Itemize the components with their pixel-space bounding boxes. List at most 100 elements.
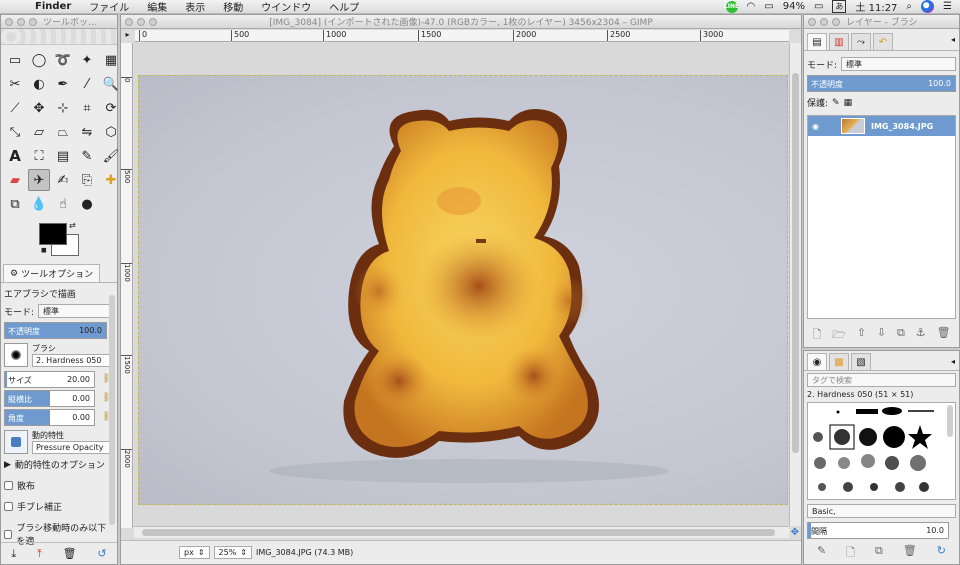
minimize-dot[interactable] bbox=[137, 17, 145, 26]
scatter-checkbox[interactable] bbox=[4, 481, 13, 490]
save-options-icon[interactable]: ⤓ bbox=[11, 547, 16, 561]
vertical-ruler[interactable]: 0 500 1000 1500 2000 bbox=[121, 43, 133, 528]
perspective-clone-tool-icon[interactable]: ⧉ bbox=[4, 193, 26, 215]
zoom-dot[interactable] bbox=[149, 17, 157, 26]
minimize-dot[interactable] bbox=[820, 17, 828, 26]
tab-undo[interactable]: ↶ bbox=[873, 33, 893, 50]
brush-name-field[interactable]: 2. Hardness 050 bbox=[32, 354, 114, 367]
visibility-eye-icon[interactable]: ◉ bbox=[812, 122, 819, 131]
tool-options-scrollbar[interactable] bbox=[109, 295, 115, 525]
delete-layer-icon[interactable]: 🗑 bbox=[937, 326, 951, 345]
zoom-dot[interactable] bbox=[832, 17, 840, 26]
horizontal-ruler[interactable]: 0 500 1000 1500 2000 2500 3000 bbox=[135, 30, 789, 42]
brush-preview-button[interactable] bbox=[4, 343, 28, 367]
free-select-tool-icon[interactable]: ➰ bbox=[52, 49, 74, 71]
scissors-tool-icon[interactable]: ✂ bbox=[4, 73, 26, 95]
new-layer-group-icon[interactable]: 🗁 bbox=[832, 326, 846, 345]
navigate-icon[interactable]: ✥ bbox=[791, 527, 799, 538]
close-dot[interactable] bbox=[5, 17, 13, 26]
battery-percent[interactable]: 94% bbox=[783, 1, 805, 12]
smudge-tool-icon[interactable]: ☝ bbox=[52, 193, 74, 215]
bucket-fill-tool-icon[interactable]: ⛶ bbox=[28, 145, 50, 167]
blur-tool-icon[interactable]: 💧 bbox=[28, 193, 50, 215]
brush-preset-select[interactable]: Basic, bbox=[807, 504, 956, 518]
input-method-icon[interactable]: あ bbox=[832, 0, 847, 13]
tab-patterns[interactable]: ▩ bbox=[829, 353, 849, 370]
menu-edit[interactable]: 編集 bbox=[138, 0, 176, 14]
ellipse-select-tool-icon[interactable]: ◯ bbox=[28, 49, 50, 71]
heal-tool-icon[interactable]: ✚ bbox=[100, 169, 122, 191]
menu-go[interactable]: 移動 bbox=[214, 0, 252, 14]
smooth-checkbox[interactable] bbox=[4, 502, 13, 511]
layer-opacity-slider[interactable]: 不透明度 100.0 bbox=[807, 75, 956, 92]
lower-layer-icon[interactable]: ⇩ bbox=[877, 326, 886, 345]
minimize-dot[interactable] bbox=[17, 17, 25, 26]
menu-view[interactable]: 表示 bbox=[176, 0, 214, 14]
unit-select[interactable]: px ⇕ bbox=[179, 546, 210, 559]
tab-layers[interactable]: ▤ bbox=[807, 33, 827, 50]
aspect-slider[interactable]: 縦横比 0.00 ⛓ bbox=[4, 390, 114, 407]
cage-tool-icon[interactable]: ⬡ bbox=[100, 121, 122, 143]
zoom-dot[interactable] bbox=[29, 17, 37, 26]
tab-gradients[interactable]: ▧ bbox=[851, 353, 871, 370]
foreground-color-swatch[interactable] bbox=[39, 223, 67, 245]
blend-tool-icon[interactable]: ▤ bbox=[52, 145, 74, 167]
spotlight-icon[interactable]: ⌕ bbox=[906, 1, 912, 12]
text-tool-icon[interactable]: A bbox=[4, 145, 26, 167]
menu-help[interactable]: ヘルプ bbox=[320, 0, 368, 14]
crop-tool-icon[interactable]: ⌗ bbox=[76, 97, 98, 119]
new-brush-icon[interactable]: 🗋 bbox=[846, 544, 855, 563]
default-colors-icon[interactable]: ◼ bbox=[41, 246, 47, 254]
paths-tool-icon[interactable]: ✒ bbox=[52, 73, 74, 95]
brushes-dock-menu-icon[interactable]: ◂ bbox=[951, 357, 955, 366]
dodge-burn-tool-icon[interactable]: ● bbox=[76, 193, 98, 215]
dynamics-button[interactable] bbox=[4, 430, 28, 454]
refresh-brushes-icon[interactable]: ↻ bbox=[937, 544, 946, 563]
dynamics-options-expander[interactable]: ▶ 動的特性のオプション bbox=[1, 456, 117, 473]
vertical-scroll-thumb[interactable] bbox=[792, 73, 799, 453]
zoom-select[interactable]: 25% ⇕ bbox=[213, 546, 252, 559]
swap-colors-icon[interactable]: ⇄ bbox=[69, 221, 76, 230]
size-slider[interactable]: サイズ 20.00 ⛓ bbox=[4, 371, 114, 388]
rect-select-tool-icon[interactable]: ▭ bbox=[4, 49, 26, 71]
toolbox-titlebar[interactable]: ツールボッ... bbox=[1, 15, 117, 29]
mode-select[interactable]: 標準 bbox=[38, 304, 114, 318]
layer-mode-select[interactable]: 標準 bbox=[841, 57, 956, 71]
opacity-slider[interactable]: 不透明度 100.0 bbox=[4, 322, 107, 339]
image-titlebar[interactable]: [IMG_3084] (インポートされた画像)-47.0 (RGBカラー, 1枚… bbox=[121, 15, 801, 29]
pencil-tool-icon[interactable]: ✎ bbox=[76, 145, 98, 167]
new-layer-icon[interactable]: 🗋 bbox=[812, 326, 821, 345]
vertical-scrollbar[interactable] bbox=[789, 43, 801, 526]
line-app-icon[interactable]: LINE bbox=[724, 0, 739, 13]
duplicate-layer-icon[interactable]: ⧉ bbox=[897, 326, 905, 345]
battery-icon[interactable]: ▭ bbox=[814, 1, 823, 12]
anchor-layer-icon[interactable]: ⚓ bbox=[916, 326, 926, 345]
tab-brushes[interactable]: ◉ bbox=[807, 353, 827, 370]
dynamics-name-field[interactable]: Pressure Opacity bbox=[32, 441, 114, 454]
layers-titlebar[interactable]: レイヤー - ブラシ bbox=[804, 15, 959, 29]
siri-icon[interactable] bbox=[921, 0, 935, 13]
zoom-tool-icon[interactable]: 🔍 bbox=[100, 73, 122, 95]
duplicate-brush-icon[interactable]: ⧉ bbox=[875, 544, 883, 563]
dock-menu-icon[interactable]: ◂ bbox=[951, 35, 955, 44]
lock-brush-checkbox[interactable] bbox=[4, 529, 13, 539]
shear-tool-icon[interactable]: ▱ bbox=[28, 121, 50, 143]
notification-center-icon[interactable]: ☰ bbox=[943, 1, 952, 12]
menu-window[interactable]: ウインドウ bbox=[252, 0, 320, 14]
fuzzy-select-tool-icon[interactable]: ✦ bbox=[76, 49, 98, 71]
reset-options-icon[interactable]: ↺ bbox=[97, 547, 106, 560]
foreground-select-tool-icon[interactable]: ◐ bbox=[28, 73, 50, 95]
quick-mask-corner-icon[interactable]: ▸ bbox=[121, 30, 134, 43]
edit-brush-icon[interactable]: ✎ bbox=[817, 544, 826, 563]
layer-row[interactable]: ◉ IMG_3084.JPG bbox=[808, 116, 955, 136]
delete-brush-icon[interactable]: 🗑 bbox=[903, 544, 917, 563]
horizontal-scroll-thumb[interactable] bbox=[142, 529, 775, 536]
eraser-tool-icon[interactable]: ▰ bbox=[4, 169, 26, 191]
clock[interactable]: 土 11:27 bbox=[855, 0, 897, 14]
image-canvas[interactable] bbox=[134, 43, 789, 526]
horizontal-scrollbar[interactable] bbox=[134, 526, 789, 538]
tab-paths[interactable]: ⤳ bbox=[851, 33, 871, 50]
tab-tool-options[interactable]: ⚙ ツールオプション bbox=[3, 264, 101, 282]
airbrush-tool-icon[interactable]: ✈ bbox=[28, 169, 50, 191]
tag-filter-input[interactable]: タグで検索 bbox=[807, 373, 956, 387]
